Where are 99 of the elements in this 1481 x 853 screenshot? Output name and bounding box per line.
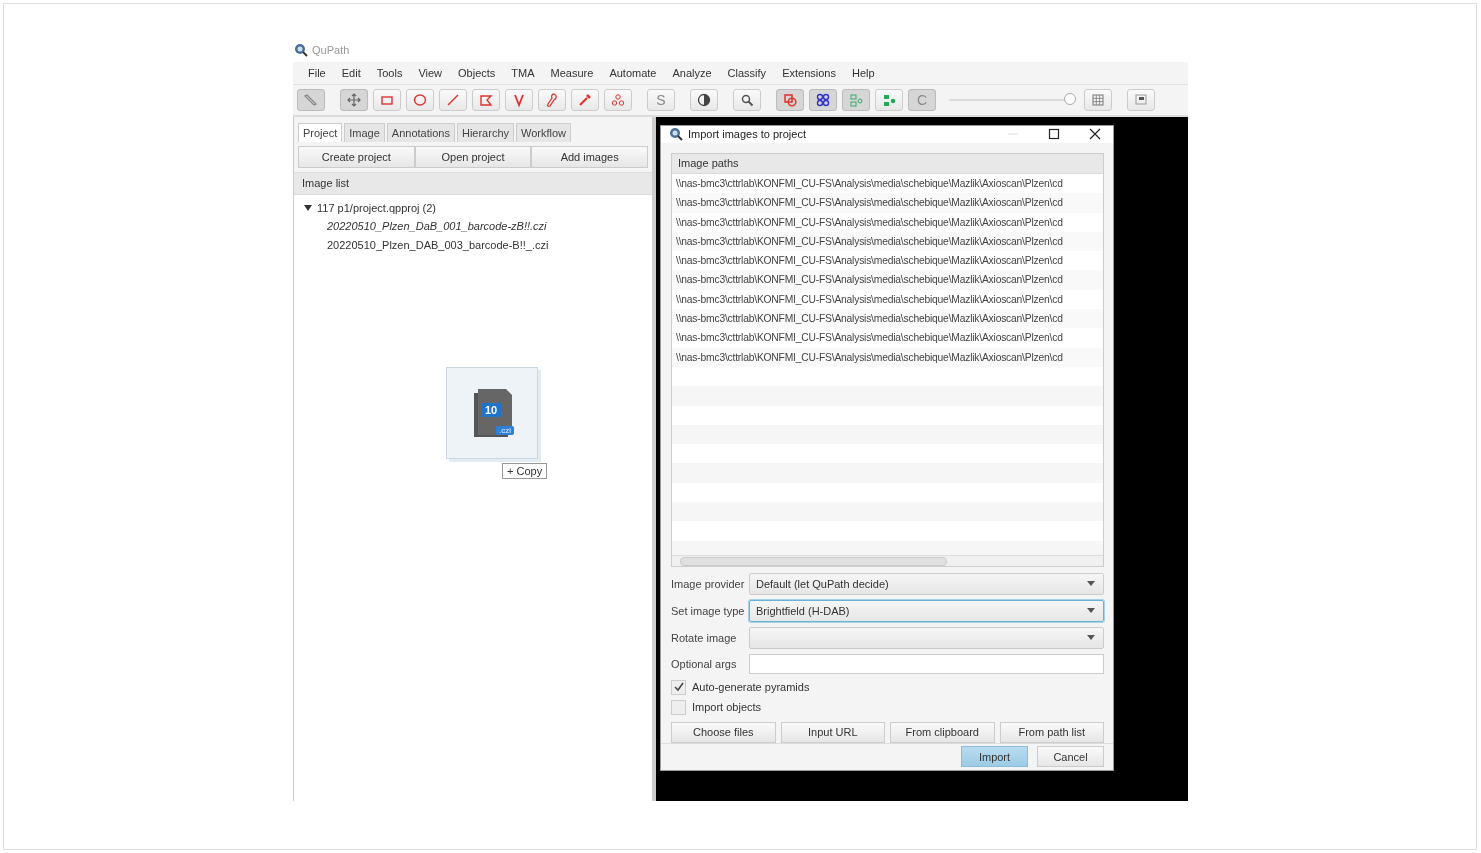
caret-icon bbox=[1087, 635, 1095, 641]
source-button[interactable]: From clipboard bbox=[890, 721, 995, 743]
source-button[interactable]: From path list bbox=[999, 721, 1104, 743]
tree-tool-button[interactable] bbox=[842, 89, 870, 111]
input-field[interactable] bbox=[749, 653, 1104, 674]
tree-filled-tool-button[interactable] bbox=[875, 89, 903, 111]
grid-tool-button[interactable] bbox=[1084, 89, 1112, 111]
path-row[interactable]: \\nas-bmc3\cttrlab\KONFMI_CU-FS\Analysis\media\schebique\Mazlik\Axioscan\Plzen\cd bbox=[672, 289, 1103, 309]
polyline-tool-button[interactable] bbox=[505, 89, 533, 111]
grid-icon bbox=[1090, 92, 1106, 108]
tree-item[interactable]: 117 p1/project.qpproj (2) bbox=[294, 198, 652, 217]
line-icon bbox=[445, 92, 461, 108]
project-button[interactable]: Add images bbox=[531, 146, 648, 168]
menu-item[interactable]: Help bbox=[843, 67, 883, 79]
maximize-icon[interactable] bbox=[1048, 128, 1060, 141]
pen-tool-button[interactable] bbox=[297, 89, 325, 111]
horizontal-scrollbar[interactable] bbox=[672, 554, 1103, 566]
source-button[interactable]: Choose files bbox=[671, 721, 776, 743]
cells-tool-button[interactable] bbox=[809, 89, 837, 111]
zoom-icon bbox=[739, 92, 755, 108]
close-icon[interactable] bbox=[1089, 128, 1101, 141]
polygon-tool-button[interactable] bbox=[472, 89, 500, 111]
app-logo-icon bbox=[669, 127, 683, 142]
list-header: Image list bbox=[294, 172, 652, 195]
image-entry[interactable]: 20220510_Plzen_DAB_003_barcode-B!!_.czi bbox=[294, 236, 652, 255]
points-icon bbox=[610, 92, 626, 108]
polyline-icon bbox=[511, 92, 527, 108]
dropdown[interactable]: Brightfield (H-DAB) bbox=[749, 599, 1104, 622]
wand-icon bbox=[577, 92, 593, 108]
dialog-button[interactable]: Import bbox=[961, 746, 1028, 768]
panel-tab[interactable]: Hierarchy bbox=[456, 123, 514, 142]
checkmark-icon bbox=[672, 681, 685, 694]
project-button[interactable]: Open project bbox=[414, 146, 532, 168]
tree-filled-icon bbox=[881, 92, 897, 108]
zoom-tool-button[interactable] bbox=[733, 89, 761, 111]
menu-item[interactable]: Objects bbox=[450, 67, 504, 79]
polygon-icon bbox=[478, 92, 494, 108]
menu-item[interactable]: Automate bbox=[601, 67, 665, 79]
ellipse-icon bbox=[412, 92, 428, 108]
menu-item[interactable]: Classify bbox=[719, 67, 775, 79]
overview-icon bbox=[1133, 92, 1149, 108]
pen-icon bbox=[303, 92, 319, 108]
image-entry[interactable]: 20220510_Plzen_DaB_001_barcode-zB!!.czi bbox=[294, 217, 652, 236]
rect-tool-button[interactable] bbox=[373, 89, 401, 111]
line-tool-button[interactable] bbox=[439, 89, 467, 111]
path-row[interactable]: \\nas-bmc3\cttrlab\KONFMI_CU-FS\Analysis\media\schebique\Mazlik\Axioscan\Plzen\cd bbox=[672, 251, 1103, 271]
checkbox-label: Auto-generate pyramids bbox=[692, 681, 810, 694]
slider-thumb[interactable] bbox=[1064, 93, 1076, 105]
points-tool-button[interactable] bbox=[604, 89, 632, 111]
copy-tooltip: + Copy bbox=[502, 463, 548, 479]
panel-tab[interactable]: Image bbox=[344, 123, 385, 142]
app-logo-icon bbox=[294, 43, 308, 57]
menu-item[interactable]: File bbox=[300, 67, 334, 79]
dialog-button[interactable]: Cancel bbox=[1037, 746, 1104, 768]
overview-tool-button[interactable] bbox=[1127, 89, 1155, 111]
path-row[interactable]: \\nas-bmc3\cttrlab\KONFMI_CU-FS\Analysis\media\schebique\Mazlik\Axioscan\Plzen\cd bbox=[672, 328, 1103, 348]
menu-item[interactable]: Analyze bbox=[664, 67, 720, 79]
project-button[interactable]: Create project bbox=[298, 146, 415, 168]
file-extension: .czi bbox=[496, 426, 514, 435]
menu-item[interactable]: TMA bbox=[503, 67, 543, 79]
expanded-arrow-icon[interactable] bbox=[304, 203, 312, 212]
menu-item[interactable]: View bbox=[410, 67, 451, 79]
ellipse-tool-button[interactable] bbox=[406, 89, 434, 111]
field-label: Optional args bbox=[671, 657, 738, 670]
field-label: Set image type bbox=[671, 604, 746, 617]
menu-item[interactable]: Extensions bbox=[774, 67, 844, 79]
panel-tab[interactable]: Workflow bbox=[516, 123, 572, 142]
menu-item[interactable]: Edit bbox=[333, 67, 369, 79]
checkbox-label: Import objects bbox=[692, 701, 762, 714]
brush-tool-button[interactable] bbox=[538, 89, 566, 111]
move-icon bbox=[346, 92, 362, 108]
file-count: 10 bbox=[481, 403, 502, 417]
panel-tab[interactable]: Project bbox=[298, 123, 343, 142]
field-label: Image provider bbox=[671, 577, 746, 590]
cells-icon bbox=[815, 92, 831, 108]
wand-tool-button[interactable] bbox=[571, 89, 599, 111]
overlap-icon bbox=[782, 92, 798, 108]
move-tool-button[interactable] bbox=[340, 89, 368, 111]
contrast-icon bbox=[696, 92, 712, 108]
field-label: Rotate image bbox=[671, 631, 738, 644]
path-row[interactable]: \\nas-bmc3\cttrlab\KONFMI_CU-FS\Analysis\media\schebique\Mazlik\Axioscan\Plzen\cd bbox=[672, 173, 1103, 194]
dropdown[interactable]: Default (let QuPath decide) bbox=[749, 572, 1104, 595]
menu-item[interactable]: Tools bbox=[368, 67, 411, 79]
checkbox[interactable] bbox=[671, 679, 686, 695]
source-button[interactable]: Input URL bbox=[780, 721, 885, 743]
dialog-title: Import images to project bbox=[688, 128, 807, 141]
brush-icon bbox=[544, 92, 560, 108]
column-header: Image paths bbox=[672, 153, 1103, 174]
project-name: 117 p1/project.qpproj (2) bbox=[317, 201, 437, 214]
contrast-tool-button[interactable] bbox=[690, 89, 718, 111]
caret-icon bbox=[1087, 581, 1095, 587]
panel-tab[interactable]: Annotations bbox=[386, 123, 455, 142]
tree-icon bbox=[848, 92, 864, 108]
menu-item[interactable]: Measure bbox=[542, 67, 602, 79]
window-title: QuPath bbox=[312, 44, 350, 56]
caret-icon bbox=[1087, 608, 1095, 614]
overlap-tool-button[interactable] bbox=[776, 89, 804, 111]
path-row[interactable]: \\nas-bmc3\cttrlab\KONFMI_CU-FS\Analysis\media\schebique\Mazlik\Axioscan\Plzen\cd bbox=[672, 212, 1103, 232]
checkbox[interactable] bbox=[671, 699, 686, 715]
